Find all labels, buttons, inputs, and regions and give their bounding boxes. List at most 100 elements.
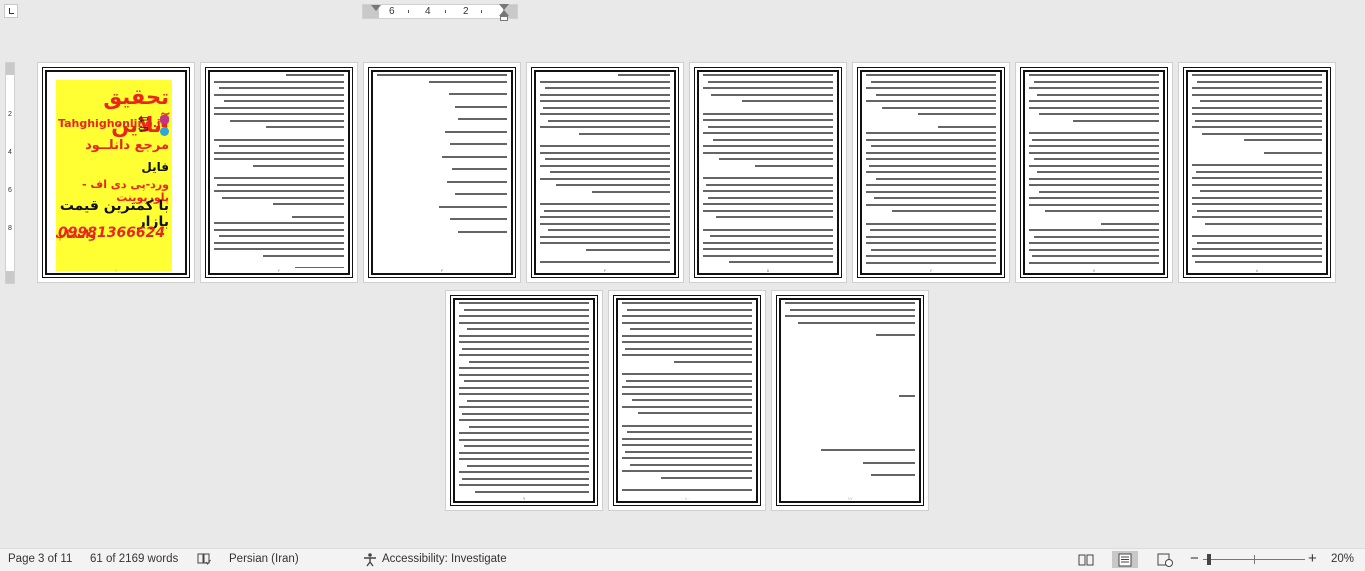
text-line: [459, 302, 589, 304]
text-line: [224, 100, 344, 102]
text-line: [674, 360, 752, 363]
text-line: [869, 229, 996, 231]
text-line: [1192, 113, 1322, 115]
text-line: [1034, 80, 1159, 83]
text-line: [1029, 229, 1159, 231]
zoom-slider-thumb[interactable]: [1206, 554, 1211, 565]
text-line: [474, 490, 589, 493]
text-line: [461, 347, 589, 350]
text-line: [444, 130, 507, 133]
text-line: [790, 308, 915, 311]
text-line: [429, 80, 507, 83]
text-line: [1044, 210, 1159, 212]
accessibility-icon[interactable]: [362, 552, 378, 570]
text-line: [466, 399, 589, 402]
ruler-tick: [481, 10, 482, 13]
zoom-level[interactable]: 20%: [1331, 553, 1354, 565]
text-line: [540, 203, 670, 205]
text-line: [214, 138, 344, 141]
text-line: [622, 341, 752, 343]
text-line: [214, 190, 344, 192]
document-page[interactable]: تحقیق آنلاین Tahghighonline.ir ⇦ ⇦ مرجع د…: [38, 63, 194, 282]
horizontal-ruler[interactable]: 6 4 2: [362, 4, 518, 19]
text-line: [729, 261, 833, 263]
page-count-indicator[interactable]: Page 3 of 11: [8, 553, 72, 565]
language-indicator[interactable]: Persian (Iran): [229, 553, 299, 565]
web-layout-button[interactable]: [1152, 551, 1178, 568]
text-line: [1073, 119, 1159, 122]
text-line: [464, 380, 589, 382]
text-line: [461, 412, 589, 415]
text-line: [871, 80, 996, 83]
text-line: [624, 347, 752, 350]
text-line: [866, 203, 996, 206]
text-line: [622, 437, 752, 440]
text-line: [1029, 248, 1159, 251]
text-line: [459, 321, 589, 324]
text-line: [459, 451, 589, 454]
page-number: ۱: [114, 268, 118, 273]
text-line: [540, 235, 670, 238]
text-line: [1029, 100, 1159, 102]
text-line: [1197, 241, 1322, 244]
text-line: [540, 93, 670, 96]
text-line: [272, 203, 344, 205]
text-line: [214, 222, 344, 224]
text-line: [1031, 138, 1159, 141]
right-indent-marker[interactable]: [500, 16, 508, 21]
text-line: [1036, 93, 1159, 96]
text-line: [718, 158, 833, 160]
document-page[interactable]: ۷: [1016, 63, 1172, 282]
text-line: [716, 216, 833, 218]
text-line: [1263, 151, 1322, 154]
arrow-icon: ⇦ ⇦: [138, 112, 149, 137]
text-line: [703, 203, 833, 205]
read-mode-button[interactable]: [1073, 551, 1099, 568]
text-line: [876, 93, 996, 96]
text-line: [540, 164, 670, 167]
ruler-margin-bottom: [6, 271, 14, 283]
text-line: [703, 74, 833, 76]
document-page[interactable]: ۱۰: [609, 291, 765, 510]
text-line: [622, 321, 752, 324]
document-page[interactable]: ۹: [446, 291, 602, 510]
text-line: [459, 438, 589, 441]
proofing-icon[interactable]: [197, 552, 211, 569]
text-line: [1244, 139, 1322, 141]
document-page[interactable]: ۱۱: [772, 291, 928, 510]
document-page[interactable]: ۴: [527, 63, 683, 282]
text-line: [540, 261, 670, 263]
document-page[interactable]: ۲: [201, 63, 357, 282]
text-line: [540, 113, 670, 115]
vertical-ruler[interactable]: 2 4 6 8: [5, 62, 15, 284]
text-line: [214, 241, 344, 244]
page-number: ۹: [522, 496, 526, 501]
text-line: [455, 105, 507, 108]
text-line: [703, 190, 833, 192]
document-page[interactable]: ۶: [853, 63, 1009, 282]
text-line: [876, 177, 996, 180]
text-line: [540, 80, 670, 83]
document-page[interactable]: ۳: [364, 63, 520, 282]
page-number: ۴: [603, 268, 607, 273]
page-text-block: [1192, 74, 1322, 268]
text-line: [214, 151, 344, 154]
text-line: [705, 183, 833, 186]
document-page[interactable]: ۵: [690, 63, 846, 282]
text-line: [708, 196, 833, 199]
word-count-indicator[interactable]: 61 of 2169 words: [90, 553, 178, 565]
text-line: [622, 444, 752, 446]
text-line: [627, 431, 752, 433]
zoom-out-button[interactable]: −: [1190, 550, 1199, 567]
text-line: [579, 132, 670, 135]
tab-selector-button[interactable]: [4, 4, 18, 18]
document-page[interactable]: ۸: [1179, 63, 1335, 282]
accessibility-status[interactable]: Accessibility: Investigate: [382, 553, 507, 565]
text-line: [703, 248, 833, 250]
left-indent-marker[interactable]: [371, 5, 381, 11]
zoom-in-button[interactable]: +: [1308, 550, 1317, 567]
text-line: [703, 112, 833, 115]
print-layout-button[interactable]: [1112, 551, 1138, 568]
text-line: [866, 74, 996, 76]
text-line: [703, 177, 833, 179]
